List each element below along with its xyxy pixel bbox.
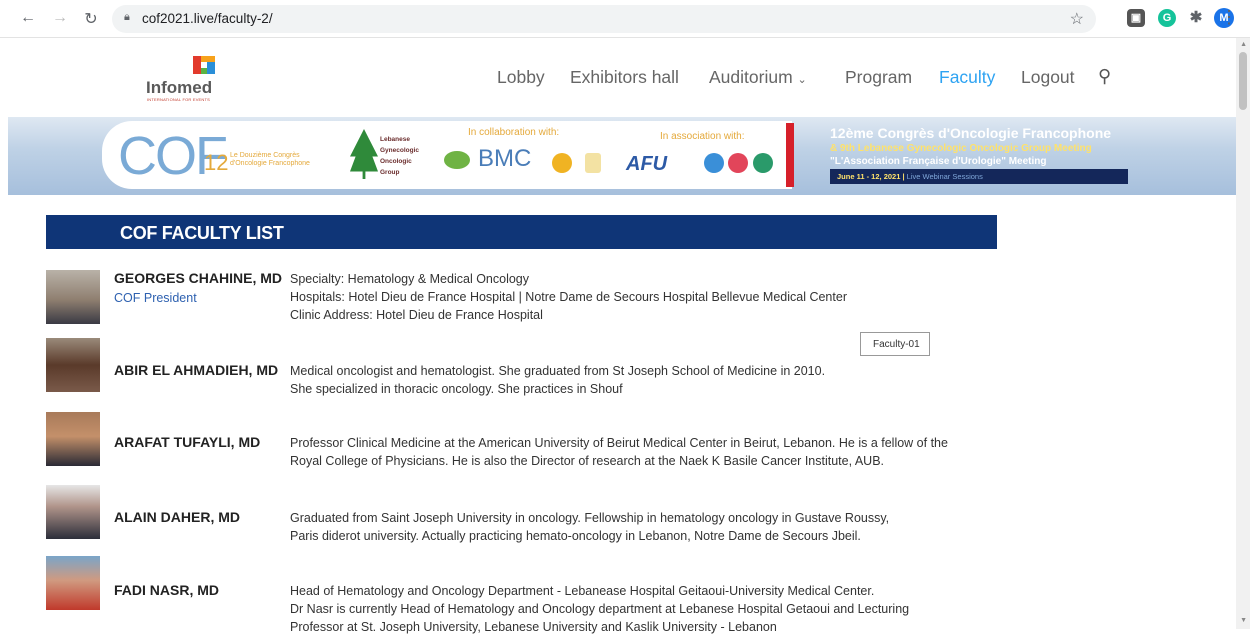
- description-line: Hospitals: Hotel Dieu de France Hospital…: [290, 290, 847, 304]
- description-line: Graduated from Saint Joseph University i…: [290, 511, 890, 525]
- member-description: Specialty: Hematology & Medical Oncology…: [290, 270, 1010, 324]
- banner-subtitle-2: "L'Association Française d'Urologie" Mee…: [830, 156, 1047, 167]
- grammarly-icon[interactable]: G: [1158, 9, 1176, 27]
- description-line: Specialty: Hematology & Medical Oncology: [290, 272, 530, 286]
- description-line: Clinic Address: Hotel Dieu de France Hos…: [290, 308, 543, 322]
- partner-red-icon: [728, 153, 748, 173]
- cof-subtitle: Le Douzième Congrès d'Oncologie Francoph…: [230, 152, 310, 168]
- collaboration-label: In collaboration with:: [468, 127, 560, 138]
- lgog-line: Group: [380, 169, 400, 176]
- nav-exhibitors-hall[interactable]: Exhibitors hall: [570, 67, 679, 88]
- back-arrow-icon[interactable]: ←: [18, 9, 38, 27]
- partner-wave-icon: [704, 153, 724, 173]
- browser-toolbar: ← → ↻ 🔒︎ cof2021.live/faculty-2/ ☆ ▣ G ✱…: [0, 0, 1250, 38]
- bmc-drop-icon: [444, 151, 470, 169]
- url-text: cof2021.live/faculty-2/: [142, 11, 273, 26]
- lock-icon: 🔒︎: [124, 11, 130, 23]
- nav-faculty[interactable]: Faculty: [939, 67, 995, 88]
- banner-date-text: June 11 - 12, 2021: [837, 172, 901, 181]
- infomed-logo[interactable]: Infomed INTERNATIONAL FOR EVENTS: [146, 52, 226, 102]
- banner-date-sub: Live Webinar Sessions: [906, 172, 983, 181]
- extension-icon[interactable]: ▣: [1127, 9, 1145, 27]
- member-description: Professor Clinical Medicine at the Ameri…: [290, 434, 1010, 470]
- cof-subtitle-line-2: d'Oncologie Francophone: [230, 160, 310, 167]
- cof-subtitle-line-1: Le Douzième Congrès: [230, 152, 300, 159]
- member-name: ARAFAT TUFAYLI, MD: [114, 434, 261, 450]
- member-photo: [46, 338, 100, 392]
- nav-lobby[interactable]: Lobby: [497, 67, 545, 88]
- faculty-list-title: COF FACULTY LIST: [120, 223, 284, 243]
- member-description: Medical oncologist and hematologist. She…: [290, 362, 1010, 398]
- member-name: FADI NASR, MD: [114, 582, 219, 598]
- description-line: She specialized in thoracic oncology. Sh…: [290, 382, 623, 396]
- nav-auditorium[interactable]: Auditorium ⌄: [709, 67, 807, 88]
- lgog-line: Gynecologic: [380, 147, 420, 154]
- member-description: Head of Hematology and Oncology Departme…: [290, 582, 1010, 636]
- description-line: Royal College of Physicians. He is also …: [290, 454, 885, 468]
- scrollbar-thumb[interactable]: [1239, 52, 1247, 110]
- nav-program[interactable]: Program: [845, 67, 912, 88]
- description-line: Professor at St. Joseph University, Leba…: [290, 620, 777, 634]
- member-role: COF President: [114, 291, 197, 305]
- member-photo: [46, 412, 100, 466]
- member-name: ALAIN DAHER, MD: [114, 509, 240, 525]
- description-line: Dr Nasr is currently Head of Hematology …: [290, 602, 910, 616]
- congress-banner: COF 12 Le Douzième Congrès d'Oncologie F…: [8, 117, 1236, 195]
- scroll-up-arrow-icon[interactable]: ▲: [1240, 41, 1247, 48]
- member-photo: [46, 270, 100, 324]
- scrollbar[interactable]: [1236, 38, 1250, 629]
- description-line: Head of Hematology and Oncology Departme…: [290, 584, 875, 598]
- description-line: Medical oncologist and hematologist. She…: [290, 364, 826, 378]
- address-bar[interactable]: 🔒︎ cof2021.live/faculty-2/ ☆: [112, 5, 1096, 33]
- banner-date: June 11 - 12, 2021 | Live Webinar Sessio…: [830, 169, 1128, 184]
- member-photo: [46, 485, 100, 539]
- banner-subtitle: & 9th Lebanese Gynecologic Oncologic Gro…: [830, 143, 1092, 154]
- faculty-list-header: COF FACULTY LIST: [46, 215, 997, 249]
- partner-crest-icon: [585, 153, 601, 173]
- description-line: Professor Clinical Medicine at the Ameri…: [290, 436, 948, 450]
- logo-mark-icon: [193, 56, 215, 74]
- logo-subtitle: INTERNATIONAL FOR EVENTS: [147, 97, 211, 102]
- member-photo: [46, 556, 100, 610]
- site-header: Infomed INTERNATIONAL FOR EVENTS Lobby E…: [0, 38, 1236, 116]
- member-description: Graduated from Saint Joseph University i…: [290, 509, 1010, 545]
- chevron-down-icon: ⌄: [797, 74, 807, 86]
- member-name: GEORGES CHAHINE, MD: [114, 270, 283, 286]
- nav-auditorium-label: Auditorium: [709, 67, 793, 87]
- member-name: ABIR EL AHMADIEH, MD: [114, 362, 279, 378]
- puzzle-extensions-icon[interactable]: ✱: [1187, 9, 1205, 27]
- lgog-line: Oncologic: [380, 158, 412, 165]
- afu-logo-text: AFU: [626, 153, 668, 175]
- faculty-tooltip: Faculty-01: [860, 332, 930, 356]
- reload-icon[interactable]: ↻: [81, 9, 101, 29]
- nav-logout[interactable]: Logout: [1021, 67, 1075, 88]
- association-label: In association with:: [660, 131, 745, 142]
- partner-seal-icon: [552, 153, 572, 173]
- forward-arrow-icon[interactable]: →: [50, 9, 70, 27]
- banner-divider: [786, 123, 794, 187]
- lgog-line: Lebanese: [380, 136, 410, 143]
- bookmark-star-icon[interactable]: ☆: [1070, 9, 1084, 29]
- description-line: Paris diderot university. Actually pract…: [290, 529, 861, 543]
- banner-title: 12ème Congrès d'Oncologie Francophone: [830, 125, 1112, 141]
- bmc-logo-text: BMC: [478, 145, 532, 172]
- logo-text: Infomed: [146, 78, 213, 97]
- search-icon[interactable]: ⚲: [1098, 66, 1111, 87]
- lgog-logo-text: Lebanese Gynecologic Oncologic Group: [380, 134, 419, 178]
- partner-green-icon: [753, 153, 773, 173]
- more-menu-icon[interactable]: ⋮: [1220, 7, 1238, 28]
- scroll-down-arrow-icon[interactable]: ▼: [1240, 617, 1247, 624]
- cof-number: 12: [204, 150, 229, 175]
